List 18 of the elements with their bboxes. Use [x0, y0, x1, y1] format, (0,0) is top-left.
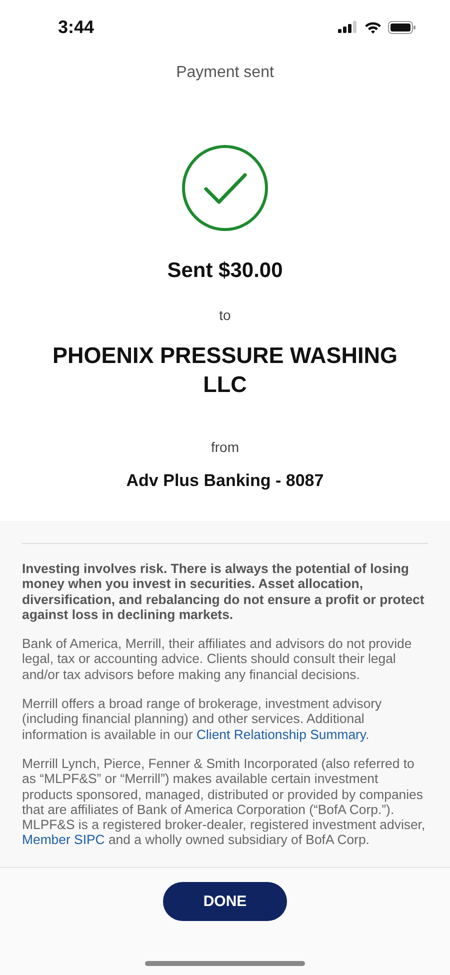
account-name: Adv Plus Banking - 8087 [126, 471, 324, 491]
battery-icon [388, 20, 416, 34]
disclosure-link[interactable]: Member SIPC [22, 832, 105, 848]
payee-name: PHOENIX PRESSURE WASHING LLC [51, 342, 399, 399]
checkmark-icon [181, 144, 269, 232]
from-label: from [211, 439, 239, 455]
signal-icon [338, 21, 358, 33]
amount-text: Sent $30.00 [167, 259, 283, 283]
disclosure-link[interactable]: Client Relationship Summary [196, 726, 366, 742]
disclosure-paragraph: Bank of America, Merrill, their affiliates and advisors do not provide legal, tax or accounting advice. Clients should consult their legal and/or tax advisors before making any financial decisions. [22, 636, 413, 682]
disclosure-paragraph: Investing involves risk. There is always the potential of losing money when you invest in securities. Asset allocation, diversification, and rebalancing do not ensure a profit or protect against loss in declining markets. [22, 561, 426, 622]
status-time: 3:44 [58, 16, 94, 38]
done-button[interactable]: DONE [163, 882, 287, 921]
wifi-icon [364, 20, 382, 34]
to-label: to [219, 307, 231, 323]
screen-title: Payment sent [175, 64, 275, 82]
disclosure-paragraph: Merrill Lynch, Pierce, Fenner & Smith Incorporated (also referred to as “MLPF&S” or “Merrill”) makes available certain investment products sponsored, managed, distributed or provided by companies that are affiliates of Bank of America Corporation (“BofA Corp.”). MLPF&S is a registered broker-dealer, registered investment adviser, Member SIPC and a wholly owned subsidiary of BofA Corp. [22, 756, 426, 848]
disclosure-paragraph: Merrill offers a broad range of brokerage, investment advisory (including financial planning) and other services. Additional information is available in our Client Relationship Summary. [22, 696, 383, 742]
